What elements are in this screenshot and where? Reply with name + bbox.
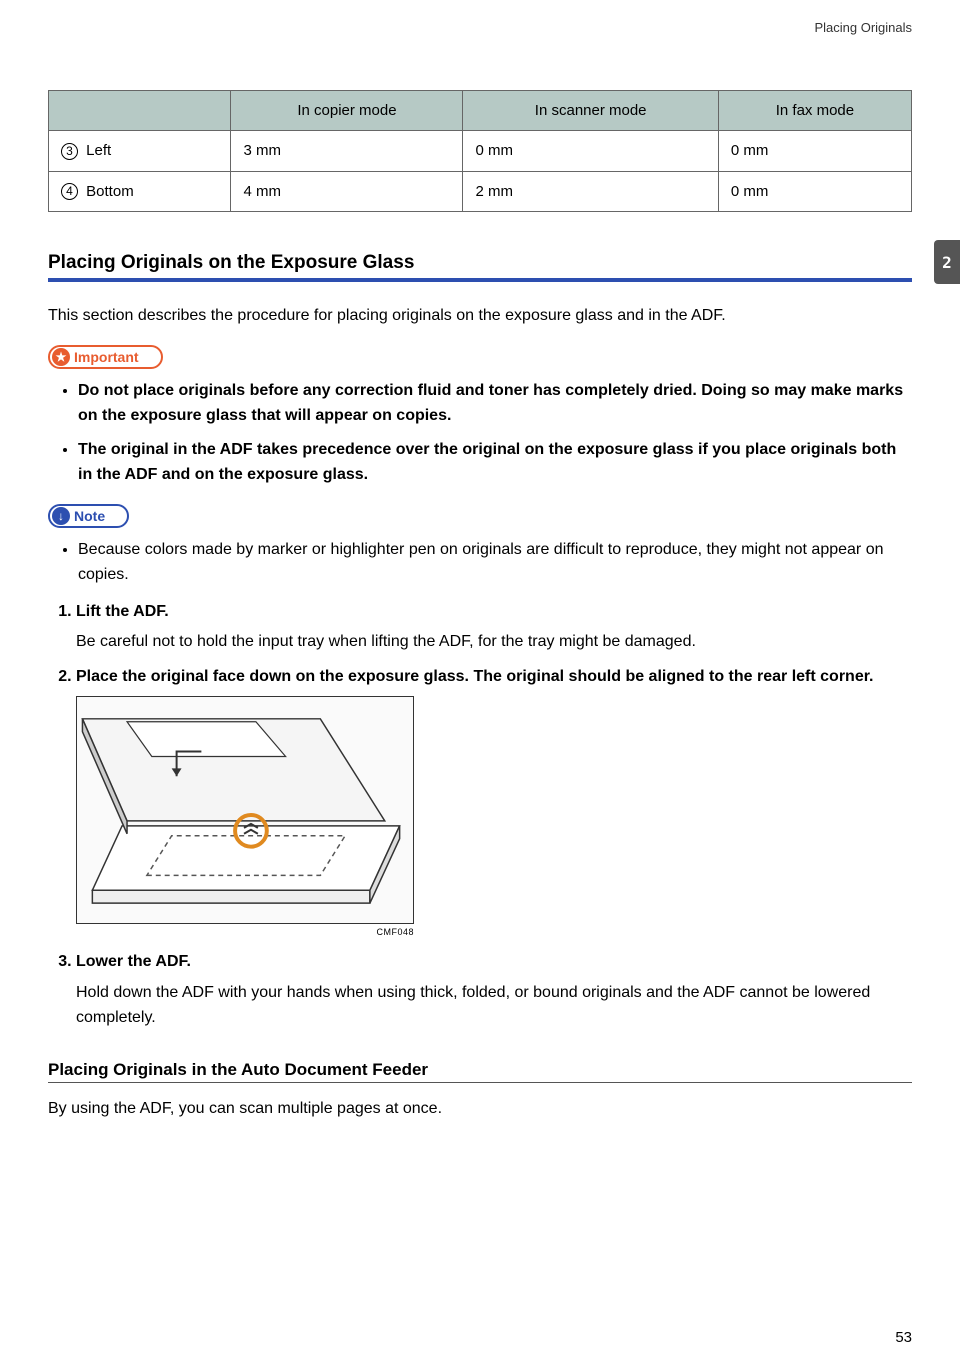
cell-fax: 0 mm <box>718 131 911 172</box>
step-title: Lower the ADF. <box>76 950 912 975</box>
note-callout: ↓ Note <box>48 504 129 528</box>
note-bullets: Because colors made by marker or highlig… <box>48 538 912 588</box>
page-number: 53 <box>895 1329 912 1346</box>
step-body: Hold down the ADF with your hands when u… <box>76 981 912 1031</box>
section-intro: This section describes the procedure for… <box>48 304 912 329</box>
figure-id: CMF048 <box>76 926 414 940</box>
table-header-copier: In copier mode <box>231 91 463 131</box>
star-icon: ★ <box>52 348 70 366</box>
cell-fax: 0 mm <box>718 171 911 212</box>
arrow-down-icon: ↓ <box>52 507 70 525</box>
step-title: Place the original face down on the expo… <box>76 665 912 690</box>
list-item: The original in the ADF takes precedence… <box>78 438 912 488</box>
section-title-exposure-glass: Placing Originals on the Exposure Glass <box>48 252 912 274</box>
procedure-steps: Lift the ADF. Be careful not to hold the… <box>48 600 912 1031</box>
row-label: 4 Bottom <box>49 171 231 212</box>
table-row: 3 Left 3 mm 0 mm 0 mm <box>49 131 912 172</box>
important-callout: ★ Important <box>48 345 163 369</box>
cell-scanner: 2 mm <box>463 171 718 212</box>
important-bullets: Do not place originals before any correc… <box>48 379 912 488</box>
row-label: 3 Left <box>49 131 231 172</box>
table-header-blank <box>49 91 231 131</box>
subsection-rule <box>48 1082 912 1083</box>
cell-copier: 4 mm <box>231 171 463 212</box>
cell-copier: 3 mm <box>231 131 463 172</box>
step-2: Place the original face down on the expo… <box>76 665 912 940</box>
cell-scanner: 0 mm <box>463 131 718 172</box>
important-label: Important <box>74 349 139 365</box>
table-header-scanner: In scanner mode <box>463 91 718 131</box>
circled-number-icon: 3 <box>61 143 78 160</box>
table-row: 4 Bottom 4 mm 2 mm 0 mm <box>49 171 912 212</box>
scanner-diagram-icon <box>77 697 413 923</box>
step-title: Lift the ADF. <box>76 600 912 625</box>
page-content: Placing Originals In copier mode In scan… <box>0 0 960 1360</box>
section-rule <box>48 278 912 282</box>
circled-number-icon: 4 <box>61 183 78 200</box>
note-label: Note <box>74 508 105 524</box>
running-header: Placing Originals <box>48 20 912 35</box>
section-title-adf: Placing Originals in the Auto Document F… <box>48 1060 912 1080</box>
list-item: Do not place originals before any correc… <box>78 379 912 429</box>
table-header-row: In copier mode In scanner mode In fax mo… <box>49 91 912 131</box>
adf-intro: By using the ADF, you can scan multiple … <box>48 1097 912 1122</box>
step-1: Lift the ADF. Be careful not to hold the… <box>76 600 912 656</box>
step-body: Be careful not to hold the input tray wh… <box>76 630 912 655</box>
table-header-fax: In fax mode <box>718 91 911 131</box>
list-item: Because colors made by marker or highlig… <box>78 538 912 588</box>
margins-table: In copier mode In scanner mode In fax mo… <box>48 90 912 212</box>
step-3: Lower the ADF. Hold down the ADF with yo… <box>76 950 912 1030</box>
exposure-glass-illustration <box>76 696 414 924</box>
